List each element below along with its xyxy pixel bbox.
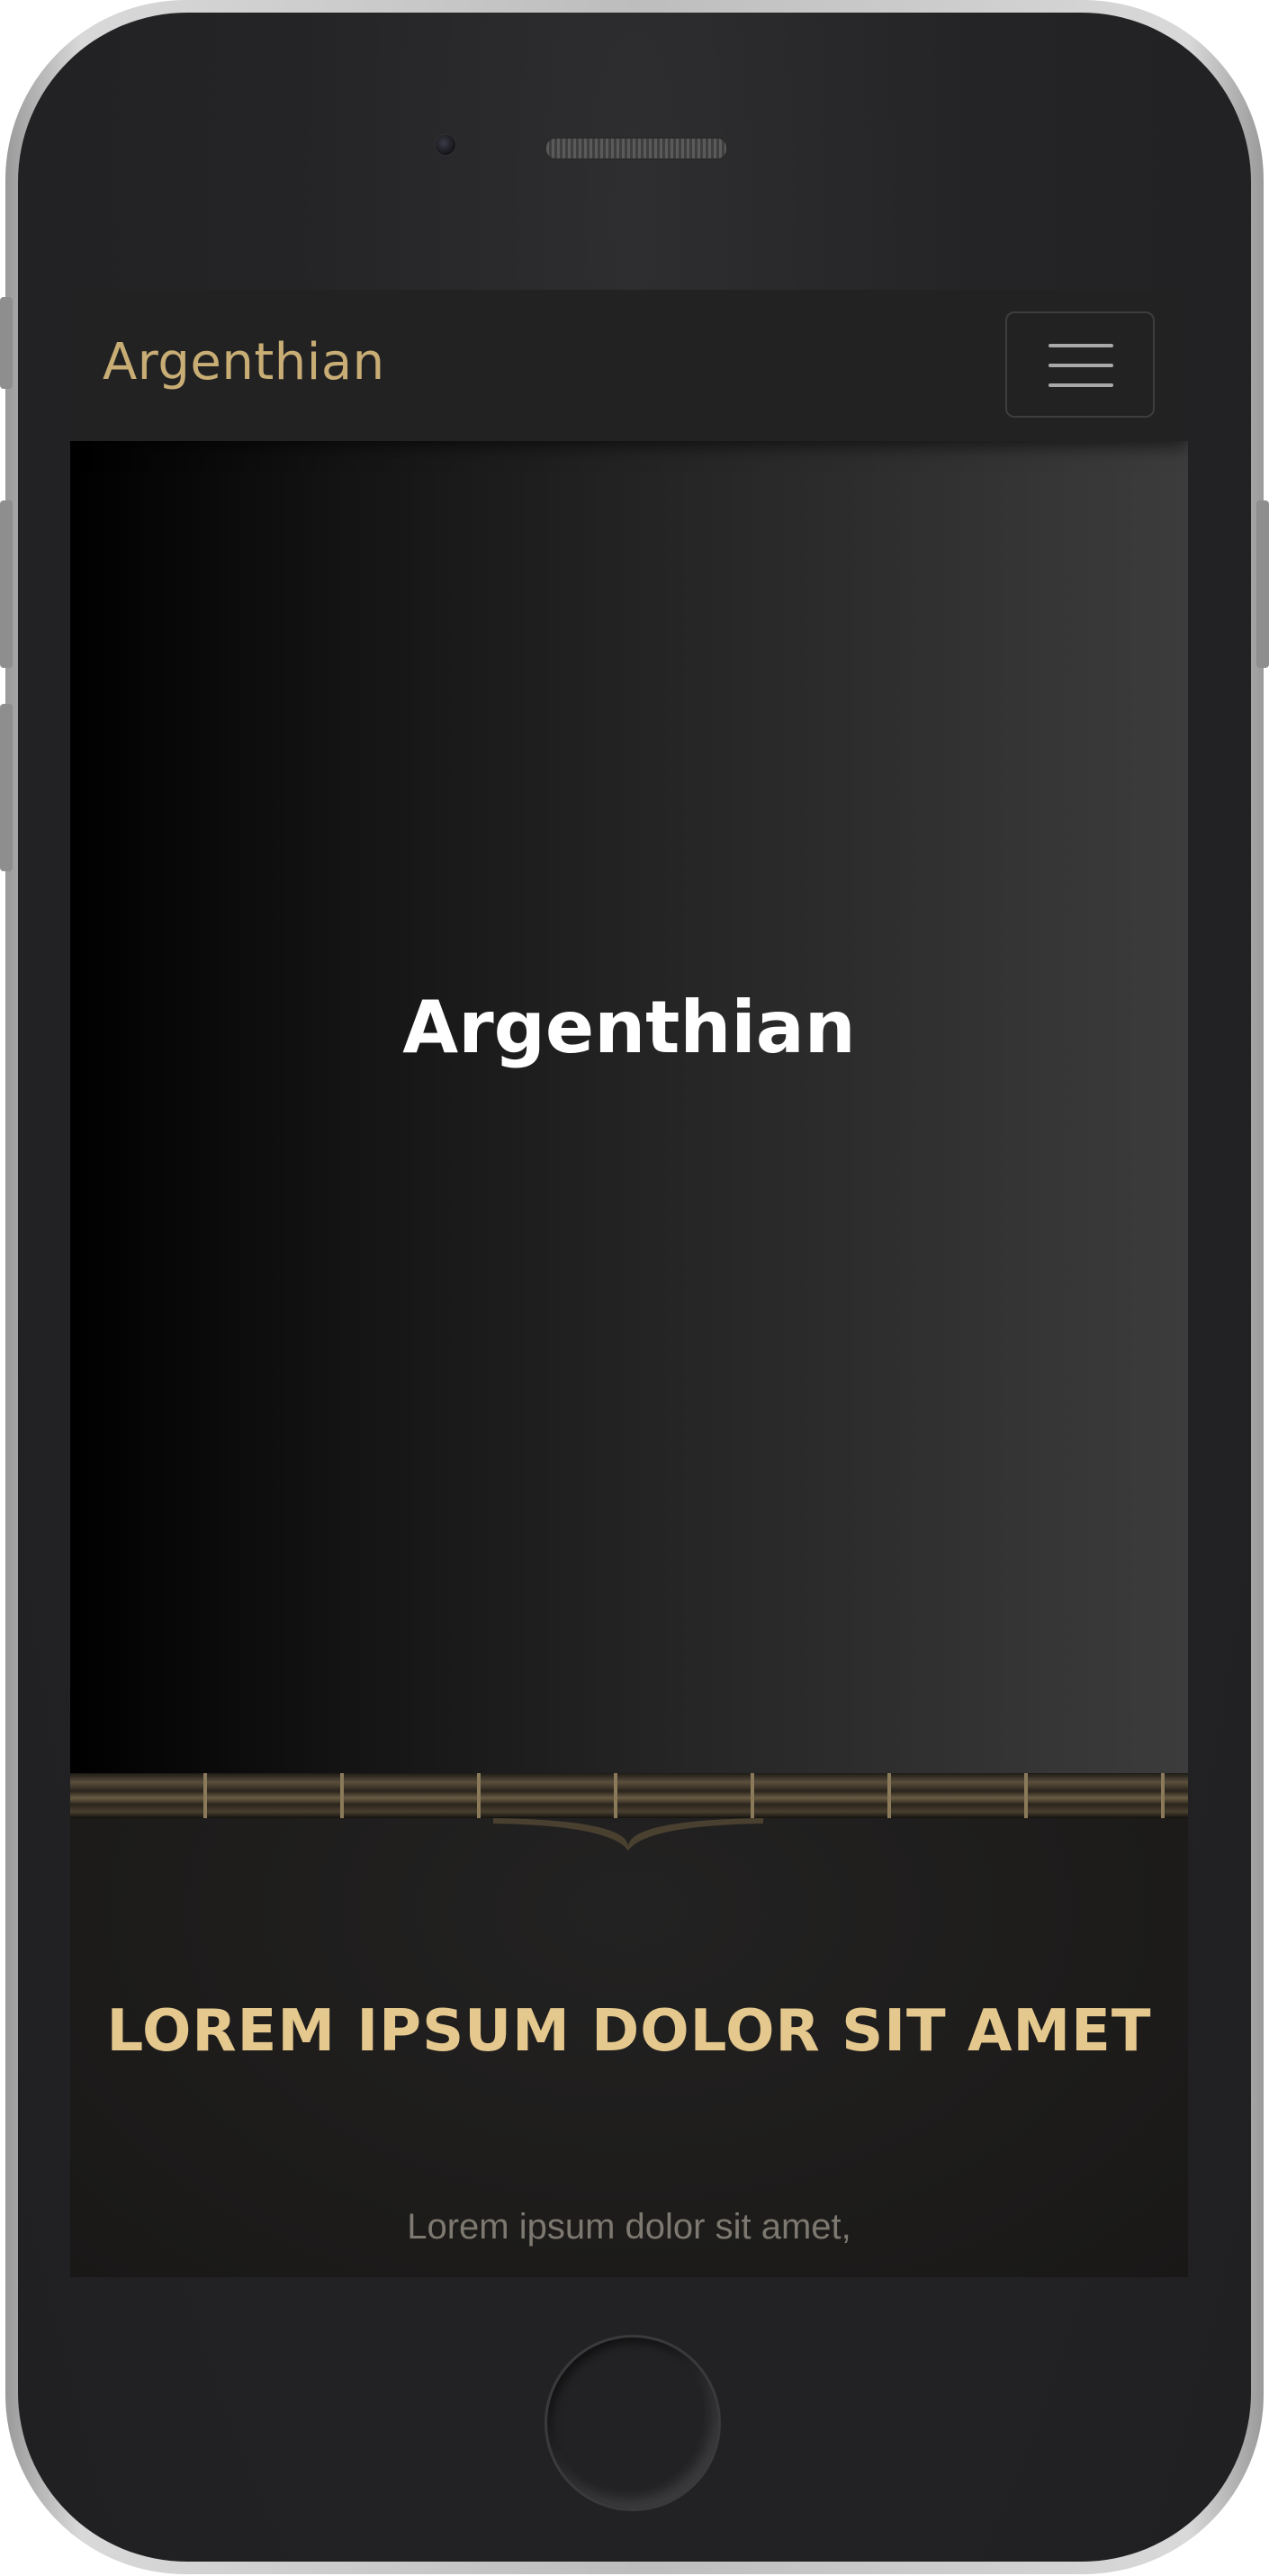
- divider-ornament: [493, 1818, 763, 1851]
- section-heading: LOREM IPSUM DOLOR SIT AMET: [106, 1998, 1152, 2065]
- navbar-toggler-button[interactable]: [1005, 311, 1155, 418]
- volume-down-button: [0, 704, 13, 871]
- volume-up-button: [0, 500, 13, 668]
- front-camera: [434, 133, 457, 157]
- navbar: Argenthian: [70, 290, 1188, 441]
- power-button: [1256, 500, 1269, 668]
- phone-screen: Argenthian Argenthian LOREM IPSUM DOLOR …: [70, 290, 1188, 2277]
- earpiece-speaker: [544, 137, 728, 160]
- navbar-brand[interactable]: Argenthian: [103, 333, 385, 392]
- hero-banner: Argenthian: [70, 441, 1188, 1773]
- mute-switch: [0, 297, 13, 389]
- hero-title: Argenthian: [402, 986, 856, 1069]
- content-section: LOREM IPSUM DOLOR SIT AMET Lorem ipsum d…: [70, 1818, 1188, 2277]
- home-button[interactable]: [544, 2335, 721, 2511]
- section-paragraph: Lorem ipsum dolor sit amet,: [407, 2207, 851, 2247]
